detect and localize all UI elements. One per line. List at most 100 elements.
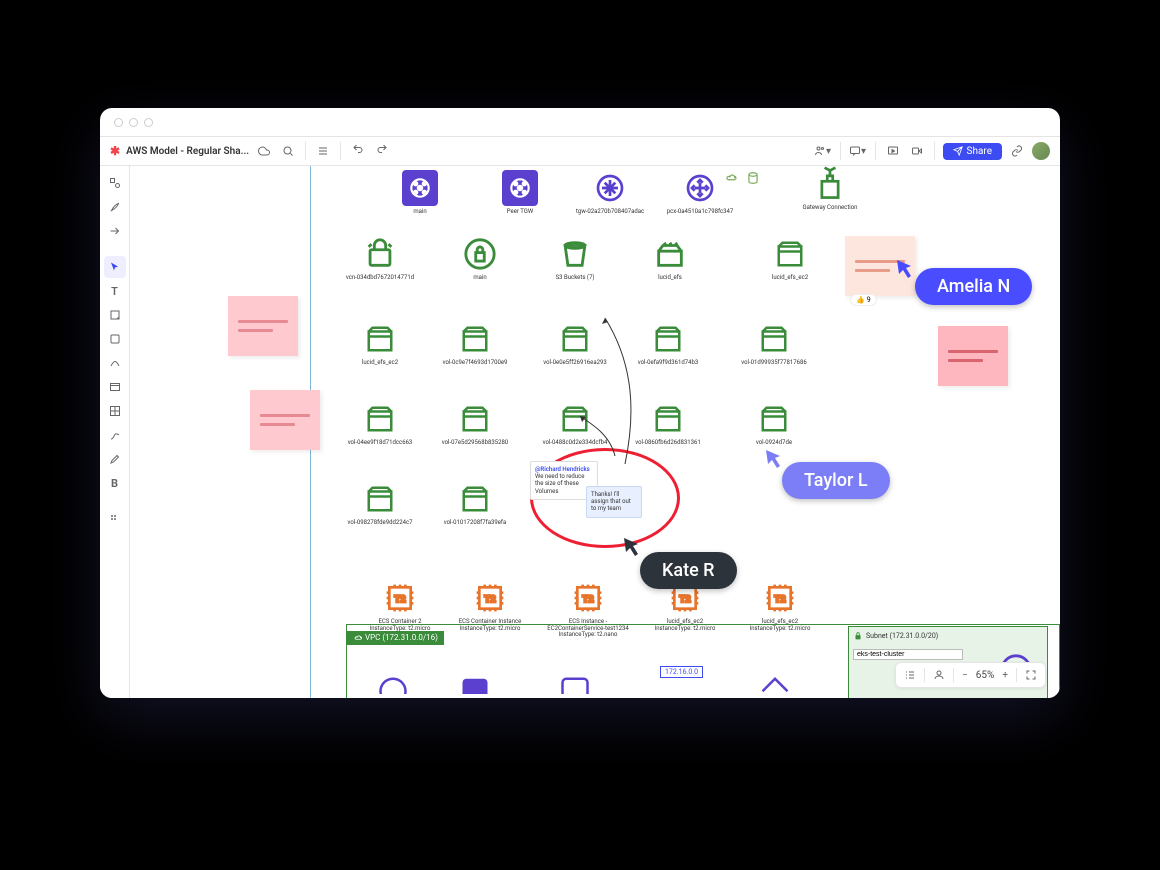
app-window: ✱ AWS Model - Regular Sha... ▾ ▾ Share [100,108,1060,698]
ebs-box-icon[interactable] [756,401,792,437]
node-label: Peer TGW [507,209,533,216]
partial-node[interactable] [378,676,408,698]
lock-icon [853,631,863,641]
sticky-note[interactable] [228,296,298,356]
node-label: lucid_efs_ec2 InstanceType: t2.micro [655,619,716,632]
search-icon[interactable] [279,142,297,160]
ip-badge[interactable]: 172.16.0.0 [660,666,703,678]
zoom-in-button[interactable]: + [1002,670,1008,681]
frame-tool[interactable] [104,376,126,398]
s3-bucket-icon[interactable] [557,236,593,272]
link-icon[interactable] [1008,142,1026,160]
node-label: S3 Buckets (7) [556,275,595,282]
svg-text:T2: T2 [484,594,495,605]
ec2-t2-icon[interactable]: T2 [762,580,798,616]
avatar[interactable] [1032,142,1050,160]
ebs-box-icon[interactable] [650,401,686,437]
table-tool[interactable] [104,400,126,422]
undo-icon[interactable] [349,142,367,160]
reply-note[interactable]: Thanks! I'll assign that out to my team [586,486,642,518]
svg-text:T2: T2 [774,594,785,605]
ec2-t2-icon[interactable]: T2 [472,580,508,616]
window-max-dot[interactable] [144,118,153,127]
ebs-box-icon[interactable] [557,321,593,357]
node-label: ECS Container Instance InstanceType: t2.… [459,619,522,632]
node-label: vol-0efa9f9d361d74b3 [638,360,699,367]
node-label: vol-0488c0d2e334dcfb4 [543,440,608,447]
node-label: vol-01017208f7fa39efa [444,520,506,527]
highlighter-tool[interactable] [104,448,126,470]
ebs-box-icon[interactable] [362,401,398,437]
more-tools-icon[interactable] [104,508,126,530]
ebs-box-icon[interactable] [650,321,686,357]
bold-tool[interactable]: B [104,472,126,494]
rocket-icon[interactable] [104,196,126,218]
ebs-box-icon[interactable] [756,321,792,357]
sticky-note[interactable] [938,326,1008,386]
zoom-out-button[interactable]: − [962,670,968,681]
svg-text:T2: T2 [394,594,405,605]
gateway-icon[interactable] [592,170,628,206]
partial-node[interactable] [560,676,590,698]
document-title[interactable]: AWS Model - Regular Sha... [126,146,249,157]
fullscreen-icon[interactable] [1025,669,1037,681]
pcx-icon[interactable] [682,170,718,206]
tgw-icon[interactable] [502,170,538,206]
menu-icon[interactable] [314,142,332,160]
window-close-dot[interactable] [114,118,123,127]
cluster-name-input[interactable] [853,649,963,660]
comment-icon[interactable]: ▾ [849,142,867,160]
draw-tool[interactable] [104,424,126,446]
ec2-t2-icon[interactable]: T2 [382,580,418,616]
gateway-connection-icon[interactable] [812,166,848,202]
ebs-box-icon[interactable] [772,236,808,272]
main-area: T B main P [100,166,1060,698]
canvas[interactable]: main Peer TGW tgw-02a270b708407adac pcx-… [130,166,1060,698]
share-label: Share [967,146,992,157]
partial-node[interactable] [460,676,490,698]
shape-tool[interactable] [104,328,126,350]
sticky-note[interactable] [250,390,320,450]
redo-icon[interactable] [373,142,391,160]
node-label: vol-07e5d29568b835280 [442,440,509,447]
ec2-t2-icon[interactable]: T2 [570,580,606,616]
node-label: ECS Container 2 InstanceType: t2.micro [370,619,431,632]
ebs-box-icon[interactable] [557,401,593,437]
collaborator-cursor: Taylor L [782,462,890,499]
ebs-box-icon[interactable] [457,401,493,437]
lock-icon[interactable] [462,236,498,272]
node-label: pcx-0a4510a1c798fc347 [667,209,733,216]
list-view-icon[interactable] [904,669,916,681]
note-tool[interactable] [104,304,126,326]
user-icon[interactable] [933,669,945,681]
people-icon[interactable]: ▾ [814,142,832,160]
share-button[interactable]: Share [943,143,1002,160]
present-icon[interactable] [884,142,902,160]
vpc-icon[interactable] [402,170,438,206]
text-tool[interactable]: T [104,280,126,302]
cursor-pointer-icon [622,536,642,556]
vcn-icon[interactable] [362,236,398,272]
ebs-box-icon[interactable] [457,481,493,517]
shapes-panel-icon[interactable] [104,172,126,194]
partial-node[interactable] [760,676,790,698]
left-toolbar: T B [100,166,130,698]
ebs-box-icon[interactable] [362,321,398,357]
cursor-pointer-icon [764,448,784,468]
import-icon[interactable] [104,220,126,242]
line-tool[interactable] [104,352,126,374]
reaction-badge[interactable]: 👍9 [850,294,877,306]
node-label: main [413,209,426,216]
zoom-value[interactable]: 65% [976,670,995,681]
video-icon[interactable] [908,142,926,160]
ebs-box-icon[interactable] [362,481,398,517]
ebs-box-icon[interactable] [457,321,493,357]
node-label: Gateway Connection [803,205,858,212]
node-label: vol-04ee9f18d71dcc663 [348,440,413,447]
node-label: lucid_efs_ec2 [362,360,398,367]
window-min-dot[interactable] [129,118,138,127]
pointer-tool[interactable] [104,256,126,278]
cloud-sync-icon[interactable] [255,142,273,160]
efs-icon[interactable] [652,236,688,272]
mini-db-icon [746,171,760,185]
